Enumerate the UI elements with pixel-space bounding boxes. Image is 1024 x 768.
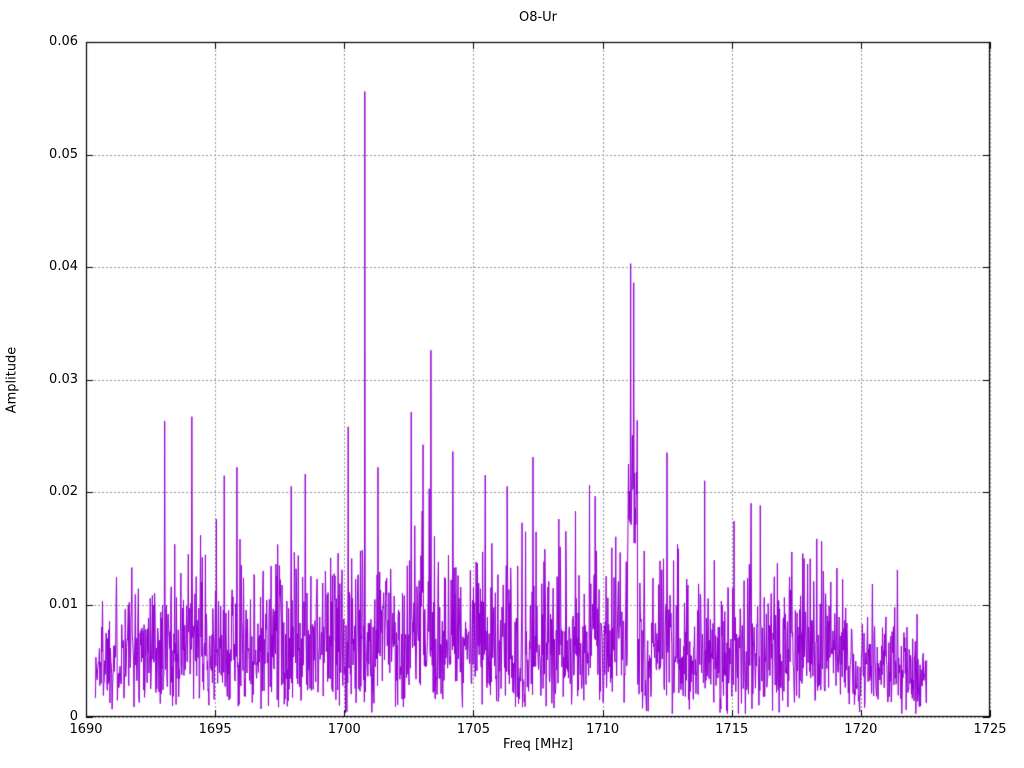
x-tick-label: 1705: [456, 722, 490, 737]
y-tick-label: 0.05: [49, 146, 78, 162]
y-tick-label: 0: [69, 709, 78, 724]
x-tick-label: 1710: [586, 722, 620, 737]
y-tick-label: 0.06: [49, 34, 78, 49]
y-tick-label: 0.02: [49, 484, 78, 499]
spectrum-figure: O8-Ur Amplitude Freq [MHz] 1690 1695 1700 1…: [0, 0, 1024, 768]
x-tick-label: 1720: [844, 722, 878, 737]
x-tick-label: 1725: [973, 722, 1007, 737]
y-tick-label: 0.04: [49, 259, 78, 274]
y-tick-label: 0.03: [49, 371, 78, 387]
spectrum-plot-canvas: [0, 0, 1024, 768]
x-tick-label: 1700: [327, 722, 361, 737]
chart-title: O8-Ur: [518, 10, 558, 25]
x-tick-label: 1695: [198, 722, 232, 737]
x-axis-title: Freq [MHz]: [503, 737, 573, 752]
x-tick-label: 1715: [715, 722, 749, 737]
y-tick-label: 0.01: [49, 596, 78, 612]
